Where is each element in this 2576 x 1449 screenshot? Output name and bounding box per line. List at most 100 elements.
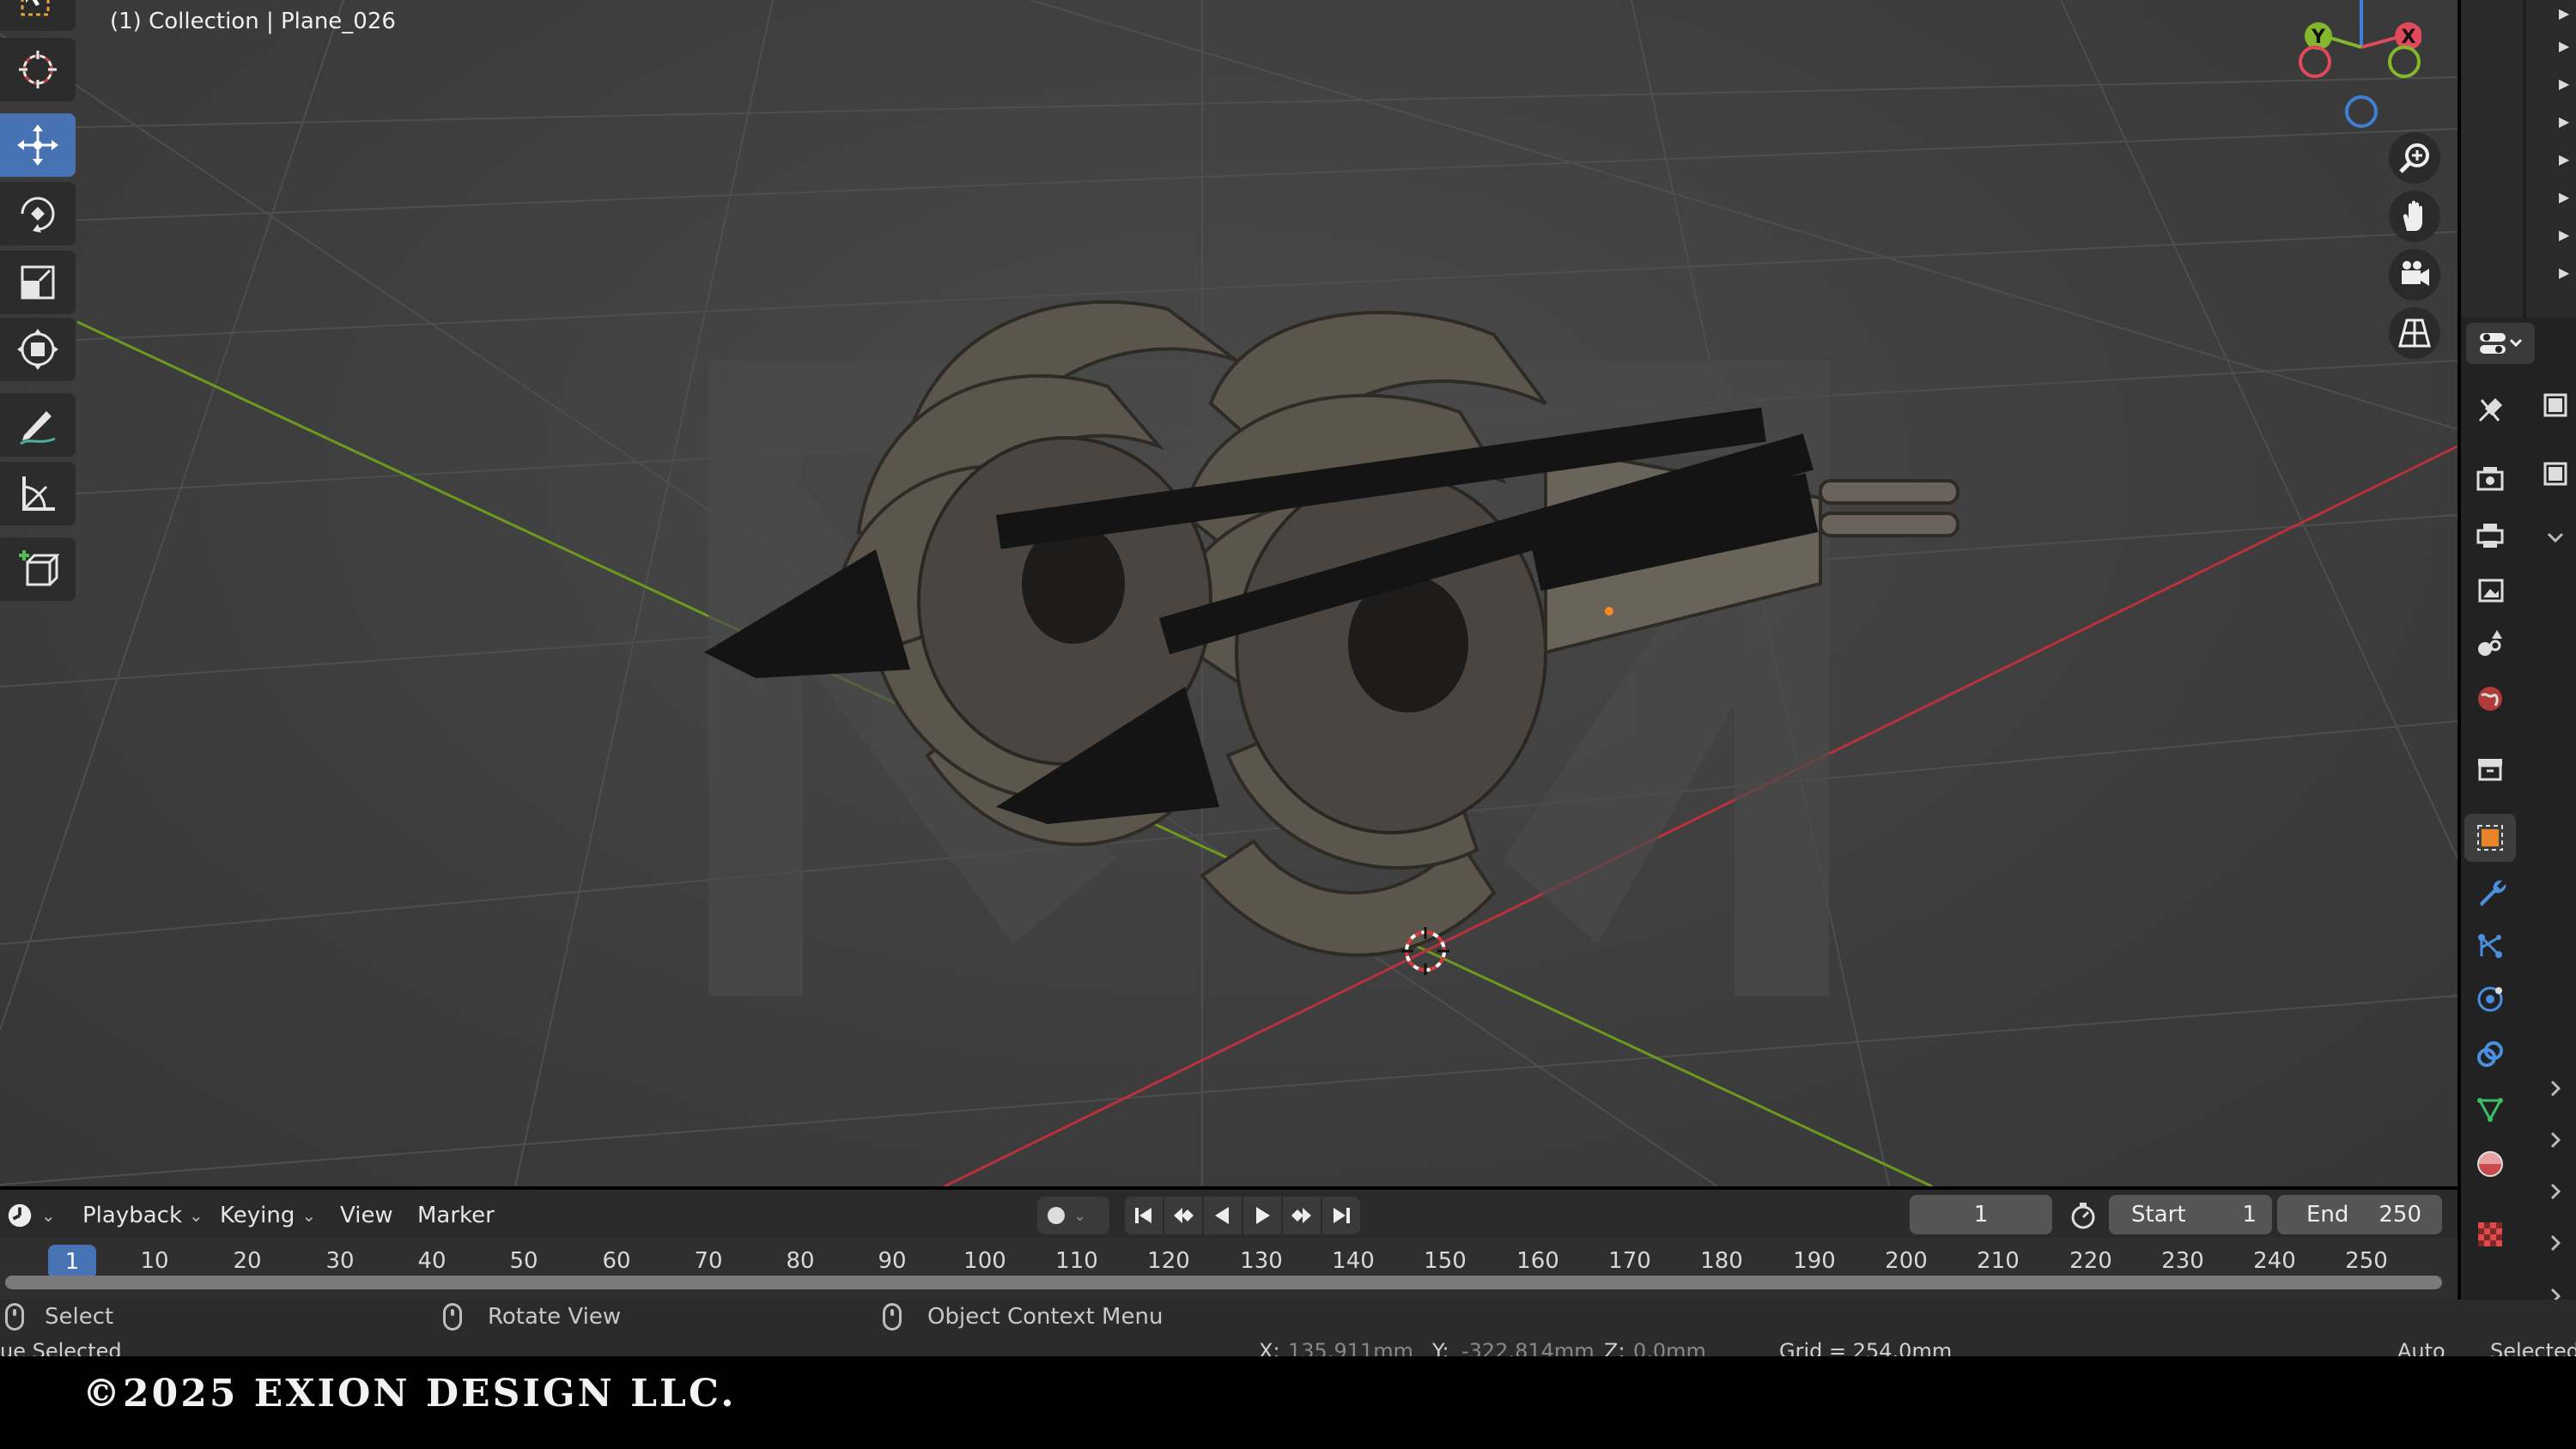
tab-data[interactable] [2464, 1085, 2516, 1133]
current-frame-field[interactable]: 1 [1910, 1195, 2052, 1234]
status-z-label: Z: [1604, 1341, 1625, 1356]
tab-texture[interactable] [2464, 1210, 2516, 1258]
outliner-expand-arrow[interactable]: ▶ [2507, 264, 2576, 302]
playback-menu-label: Playback [82, 1203, 183, 1228]
outliner-expand-arrow[interactable]: ▶ [2507, 189, 2576, 227]
rotate-tool[interactable] [0, 182, 76, 246]
transform-tool[interactable] [0, 318, 76, 381]
maximize-button[interactable] [2535, 385, 2576, 426]
expand-button[interactable] [2535, 1222, 2576, 1264]
play-button[interactable] [1243, 1197, 1281, 1234]
frame-tick-label: 90 [878, 1248, 907, 1274]
expand-button[interactable] [2535, 1068, 2576, 1109]
tab-particles[interactable] [2464, 922, 2516, 970]
frame-tick-label: 50 [509, 1248, 538, 1274]
playback-menu[interactable]: Playback ⌄ [82, 1198, 204, 1233]
camera-icon [2402, 261, 2429, 286]
measure-tool[interactable] [0, 462, 76, 525]
world-globe-icon [2478, 687, 2502, 711]
outliner-expand-arrow[interactable]: ▶ [2507, 76, 2576, 113]
mouse-right-icon [883, 1303, 902, 1331]
editor-type-button[interactable] [2466, 323, 2535, 364]
marker-menu[interactable]: Marker [417, 1198, 495, 1233]
navigation-gizmo[interactable]: X Y [2284, 0, 2421, 129]
frame-tick-label: 200 [1885, 1248, 1928, 1274]
maximize-button[interactable] [2535, 453, 2576, 494]
outliner-expand-arrow[interactable]: ▶ [2507, 38, 2576, 76]
frame-tick-label: 230 [2161, 1248, 2204, 1274]
tab-collection[interactable] [2464, 745, 2516, 793]
frame-tick-label: 240 [2253, 1248, 2296, 1274]
end-frame-label: End [2306, 1202, 2349, 1228]
tab-tool[interactable] [2464, 386, 2516, 434]
tab-constraints[interactable] [2464, 1030, 2516, 1078]
status-y-value: -322.814mm [1461, 1341, 1595, 1356]
cursor-icon [19, 51, 57, 88]
expand-button[interactable] [2535, 1119, 2576, 1161]
select-box-tool[interactable] [0, 0, 76, 31]
keying-menu[interactable]: Keying ⌄ [220, 1198, 316, 1233]
timeline-editor-type[interactable]: ⌄ [5, 1198, 56, 1233]
jump-to-start-button[interactable] [1125, 1197, 1163, 1234]
jump-to-keyframe-prev-button[interactable] [1164, 1197, 1202, 1234]
view-layer-image-icon [2478, 579, 2504, 603]
status-context-label: Object Context Menu [927, 1304, 1163, 1330]
camera-view-button[interactable] [2389, 249, 2440, 300]
outliner-expand-arrow[interactable]: ▶ [2507, 151, 2576, 189]
viewport-object-info: (1) Collection | Plane_026 [110, 9, 396, 34]
move-tool[interactable] [0, 113, 76, 177]
outliner-expand-arrow[interactable]: ▶ [2507, 113, 2576, 151]
annotate-tool[interactable] [0, 393, 76, 457]
tab-modifiers[interactable] [2464, 869, 2516, 917]
rotate-icon [21, 197, 55, 233]
outliner-expand-arrow[interactable]: ▶ [2507, 0, 2576, 38]
tab-output[interactable] [2464, 512, 2516, 560]
auto-keying-toggle[interactable]: ⌄ [1037, 1197, 1109, 1234]
end-frame-field[interactable]: End 250 [2277, 1195, 2442, 1234]
jump-to-keyframe-next-button[interactable] [1283, 1197, 1321, 1234]
gizmo-y-label: Y [2311, 27, 2326, 48]
jump-to-end-button[interactable] [1322, 1197, 1360, 1234]
modifier-wrench-icon [2480, 880, 2506, 906]
pan-button[interactable] [2389, 191, 2440, 242]
mesh-data-triangle-icon [2477, 1098, 2503, 1123]
view-menu[interactable]: View [340, 1198, 393, 1233]
render-camera-icon [2476, 467, 2504, 491]
add-cube-tool[interactable] [0, 537, 76, 601]
measure-icon [22, 476, 55, 511]
collapse-button[interactable] [2535, 517, 2576, 558]
tab-render[interactable] [2464, 455, 2516, 503]
tab-scene[interactable] [2464, 620, 2516, 668]
expand-button[interactable] [2535, 1171, 2576, 1212]
frame-tick-label: 120 [1147, 1248, 1190, 1274]
timeline-scrollbar[interactable] [5, 1276, 2442, 1289]
tab-world[interactable] [2464, 675, 2516, 723]
properties-editor-icon [2480, 333, 2523, 354]
frame-tick-label: 70 [694, 1248, 723, 1274]
tab-object[interactable] [2464, 814, 2516, 862]
viewport-grid [0, 0, 2458, 1186]
next-keyframe-icon [1291, 1208, 1311, 1223]
status-selected-text: ue Selected [0, 1341, 122, 1356]
tab-material[interactable] [2464, 1140, 2516, 1188]
3d-viewport[interactable]: (1) Collection | Plane_026 [0, 0, 2458, 1186]
jump-end-icon [1334, 1208, 1350, 1223]
zoom-button[interactable] [2389, 132, 2440, 184]
frame-tick-label: 160 [1516, 1248, 1559, 1274]
perspective-toggle-button[interactable] [2389, 307, 2440, 359]
cursor-tool[interactable] [0, 38, 76, 101]
clock-icon [8, 1203, 32, 1228]
play-reverse-button[interactable] [1204, 1197, 1242, 1234]
playhead-frame-badge[interactable]: 1 [48, 1245, 96, 1279]
tool-wrench-screwdriver-icon [2478, 397, 2503, 422]
preview-range-toggle[interactable] [2064, 1197, 2102, 1234]
tab-view-layer[interactable] [2464, 565, 2516, 613]
scale-tool[interactable] [0, 251, 76, 314]
status-x-label: X: [1259, 1341, 1280, 1356]
start-frame-field[interactable]: Start 1 [2109, 1195, 2272, 1234]
tab-physics[interactable] [2464, 975, 2516, 1023]
stopwatch-icon [2071, 1203, 2095, 1229]
outliner-expand-arrow[interactable]: ▶ [2507, 227, 2576, 264]
frame-tick-label: 60 [602, 1248, 631, 1274]
frame-tick-label: 10 [140, 1248, 169, 1274]
